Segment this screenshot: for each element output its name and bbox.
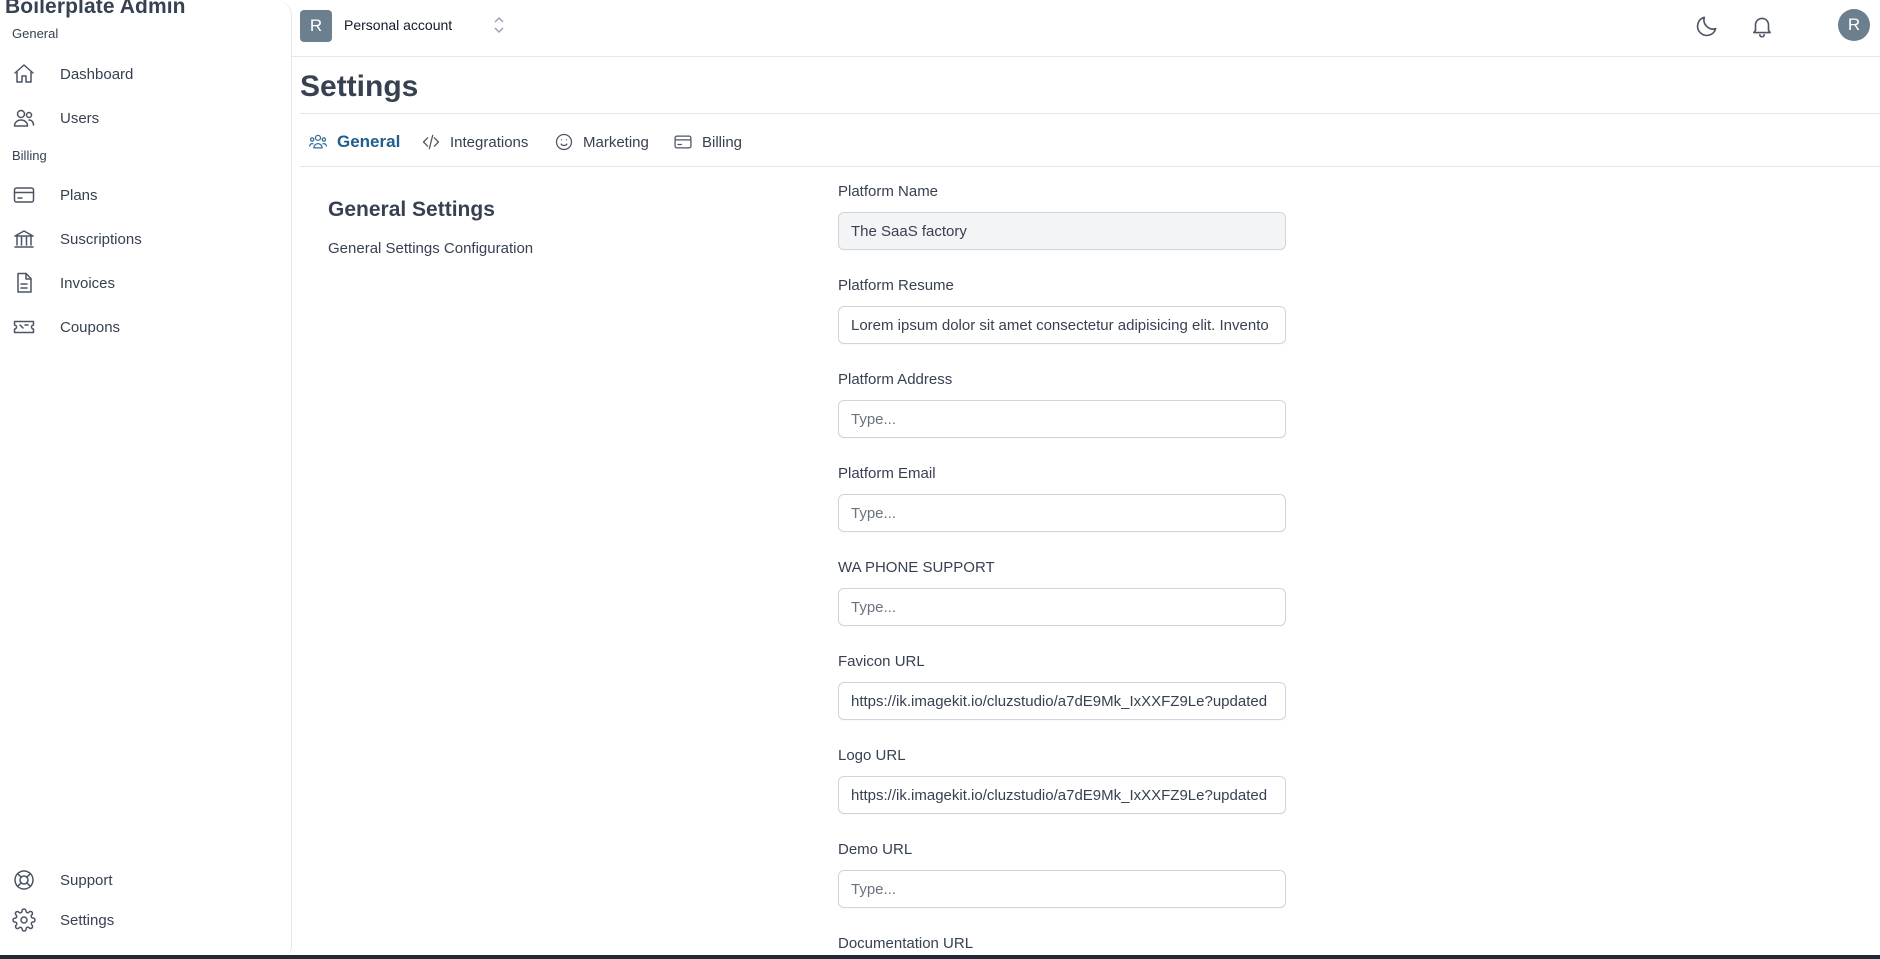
sidebar-item-label: Support xyxy=(60,871,113,889)
chevron-up-down-icon[interactable] xyxy=(492,14,506,36)
sidebar-item-coupons[interactable]: Coupons xyxy=(12,312,272,342)
platform-email-label: Platform Email xyxy=(838,465,936,482)
tab-label: Billing xyxy=(702,133,743,151)
sidebar-item-label: Plans xyxy=(60,186,98,204)
logo-url-input[interactable] xyxy=(838,776,1286,814)
sidebar-item-support[interactable]: Support xyxy=(12,865,272,895)
sidebar-item-label: Invoices xyxy=(60,274,116,292)
code-icon xyxy=(422,134,440,150)
sidebar: Boilerplate Admin General Dashboard User… xyxy=(0,0,292,955)
tab-label: Integrations xyxy=(450,133,529,151)
brand-title: Boilerplate Admin xyxy=(5,0,186,18)
account-avatar[interactable]: R xyxy=(300,10,332,42)
bell-icon[interactable] xyxy=(1749,13,1775,39)
favicon-url-input[interactable] xyxy=(838,682,1286,720)
lifebuoy-icon xyxy=(12,868,36,892)
sidebar-section-billing: Billing xyxy=(12,148,47,163)
tab-integrations[interactable]: Integrations xyxy=(421,132,528,152)
settings-tabs: General Integrations Marketing Billing xyxy=(300,114,1880,167)
credit-card-icon xyxy=(674,135,692,149)
sidebar-item-users[interactable]: Users xyxy=(12,103,272,133)
sidebar-item-label: Dashboard xyxy=(60,65,134,83)
tab-marketing[interactable]: Marketing xyxy=(554,132,649,152)
demo-url-label: Demo URL xyxy=(838,841,913,858)
platform-address-label: Platform Address xyxy=(838,371,953,388)
tab-label: General xyxy=(337,132,401,151)
users-group-icon xyxy=(309,134,327,149)
section-description: General Settings Configuration xyxy=(328,240,534,257)
document-icon xyxy=(12,271,36,295)
platform-resume-label: Platform Resume xyxy=(838,277,954,294)
sidebar-item-label: Users xyxy=(60,109,100,127)
documentation-url-label: Documentation URL xyxy=(838,935,974,952)
platform-email-input[interactable] xyxy=(838,494,1286,532)
ticket-icon xyxy=(12,315,36,339)
credit-card-icon xyxy=(12,183,36,207)
home-icon xyxy=(12,62,36,86)
tab-billing[interactable]: Billing xyxy=(673,132,742,152)
favicon-url-label: Favicon URL xyxy=(838,653,925,670)
sidebar-item-settings[interactable]: Settings xyxy=(12,905,272,935)
account-name[interactable]: Personal account xyxy=(344,17,452,33)
tab-label: Marketing xyxy=(583,133,649,151)
wa-phone-support-input[interactable] xyxy=(838,588,1286,626)
platform-name-label: Platform Name xyxy=(838,183,939,200)
sidebar-section-general: General xyxy=(12,26,59,41)
window-bottom-edge xyxy=(0,955,1880,959)
platform-name-input[interactable] xyxy=(838,212,1286,250)
sidebar-item-invoices[interactable]: Invoices xyxy=(12,268,272,298)
platform-address-input[interactable] xyxy=(838,400,1286,438)
users-icon xyxy=(12,106,36,130)
smile-icon xyxy=(555,133,573,151)
sidebar-item-dashboard[interactable]: Dashboard xyxy=(12,59,272,89)
moon-icon[interactable] xyxy=(1694,13,1720,39)
logo-url-label: Logo URL xyxy=(838,747,906,764)
tab-general[interactable]: General xyxy=(308,132,400,152)
topbar: R Personal account R xyxy=(292,0,1880,57)
wa-phone-support-label: WA PHONE SUPPORT xyxy=(838,559,995,576)
user-avatar[interactable]: R xyxy=(1838,9,1870,41)
section-title: General Settings xyxy=(328,198,495,221)
sidebar-item-suscriptions[interactable]: Suscriptions xyxy=(12,224,272,254)
platform-resume-input[interactable] xyxy=(838,306,1286,344)
sidebar-item-plans[interactable]: Plans xyxy=(12,180,272,210)
demo-url-input[interactable] xyxy=(838,870,1286,908)
gear-icon xyxy=(12,908,36,932)
sidebar-item-label: Settings xyxy=(60,911,115,929)
sidebar-item-label: Suscriptions xyxy=(60,230,142,248)
page-title: Settings xyxy=(300,70,419,103)
bank-icon xyxy=(12,227,36,251)
sidebar-item-label: Coupons xyxy=(60,318,121,336)
